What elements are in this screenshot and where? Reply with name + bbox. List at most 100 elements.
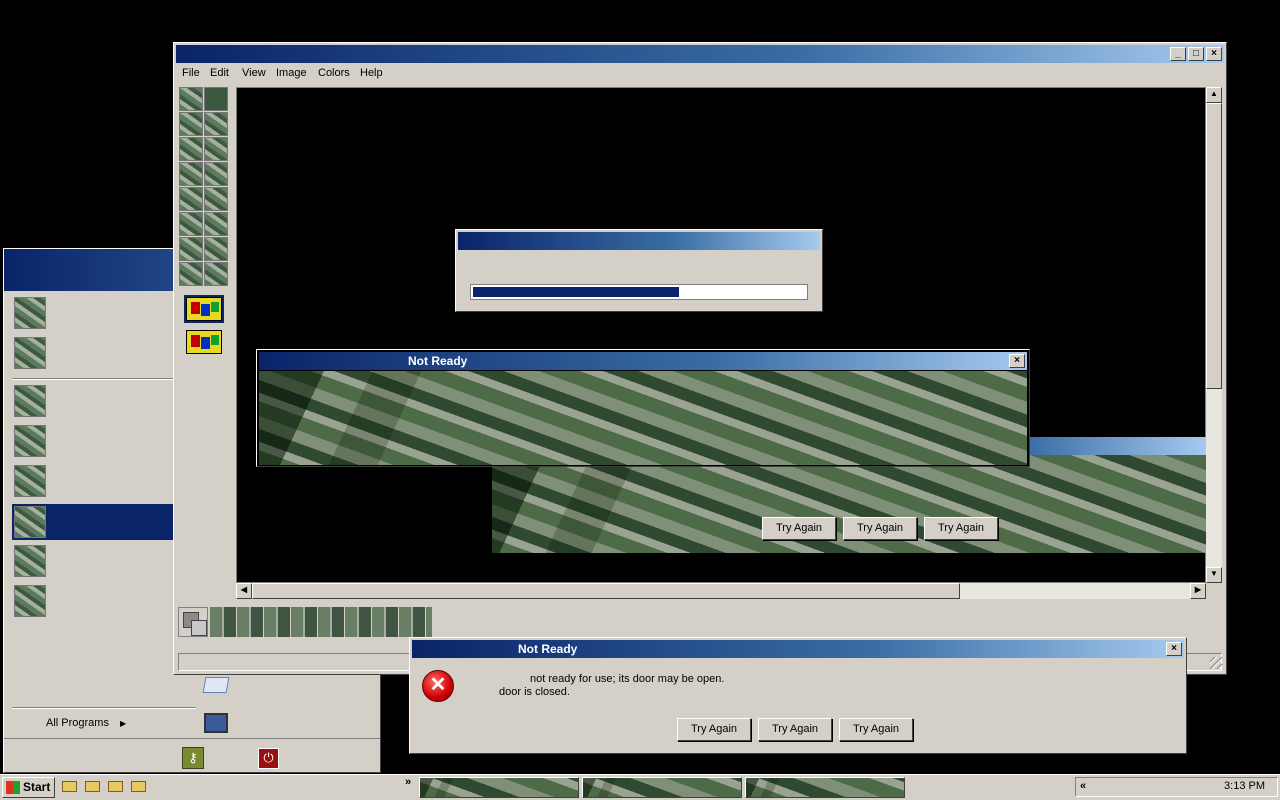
start-label: Start (23, 780, 51, 794)
recent-item-selected[interactable] (12, 504, 196, 540)
progress-dialog (455, 229, 823, 312)
scroll-left-arrow[interactable]: ◀ (236, 583, 252, 599)
try-again-button-3[interactable]: Try Again (839, 718, 913, 741)
maximize-button[interactable]: □ (1188, 47, 1204, 61)
close-button[interactable]: × (1206, 47, 1222, 61)
tool-9[interactable] (179, 187, 203, 211)
color-swap-tool-active[interactable] (184, 295, 224, 323)
tool-5[interactable] (179, 137, 203, 161)
menu-edit[interactable]: Edit (210, 67, 229, 81)
scroll-right-arrow[interactable]: ▶ (1190, 583, 1206, 599)
try-again-button-2[interactable]: Try Again (758, 718, 832, 741)
recent-item-2[interactable] (14, 425, 46, 457)
error-message-line2: door is closed. (499, 686, 570, 698)
not-ready-dialog-close-button[interactable]: × (1166, 642, 1182, 656)
folder-icon[interactable] (108, 781, 123, 792)
taskbar-overflow-chevron[interactable]: » (405, 776, 411, 788)
error-icon: ✕ (422, 670, 454, 702)
all-programs-button[interactable]: All Programs ▶ (46, 717, 166, 733)
tool-7[interactable] (179, 162, 203, 186)
pinned-item-1[interactable] (14, 297, 46, 329)
back-try-again-3[interactable]: Try Again (924, 517, 998, 540)
recent-item-4-thumb (14, 506, 46, 538)
menu-bar: File Edit View Image Colors Help (176, 65, 1224, 83)
monitor-icon[interactable] (204, 713, 228, 733)
tool-palette (179, 87, 231, 287)
not-ready-dialog-titlebar[interactable]: Not Ready × (412, 640, 1184, 658)
horizontal-scroll-thumb[interactable] (252, 583, 960, 599)
recent-item-5[interactable] (14, 545, 46, 577)
tool-12[interactable] (204, 212, 228, 236)
start-menu-separator (12, 378, 196, 380)
tool-11[interactable] (179, 212, 203, 236)
key-icon[interactable]: ⚷ (182, 747, 204, 769)
progress-bar (470, 284, 808, 300)
current-colors[interactable] (178, 607, 208, 637)
taskbar-item-3[interactable] (745, 777, 905, 798)
shutdown-icon[interactable]: ⏻ (258, 748, 279, 769)
tool-15[interactable] (179, 262, 203, 286)
right-pane-folder-icon[interactable] (202, 677, 230, 693)
main-window-titlebar[interactable]: _ □ × (176, 45, 1224, 63)
menu-view[interactable]: View (242, 67, 266, 81)
satellite-image (259, 371, 1027, 465)
tool-8[interactable] (204, 162, 228, 186)
tool-4[interactable] (204, 112, 228, 136)
pinned-item-2[interactable] (14, 337, 46, 369)
color-swap-tool[interactable] (184, 328, 224, 356)
recent-item-3[interactable] (14, 465, 46, 497)
color-swap-icon-2 (186, 330, 222, 354)
color-palette (178, 607, 434, 639)
progress-bar-fill (473, 287, 679, 297)
not-ready-image-window: Not Ready × (256, 349, 1030, 467)
recent-item-6[interactable] (14, 585, 46, 617)
folder-icon[interactable] (131, 781, 146, 792)
start-button[interactable]: Start (2, 777, 55, 798)
palette-swatches[interactable] (210, 607, 432, 637)
windows-logo-icon (6, 781, 20, 794)
menu-colors[interactable]: Colors (318, 67, 350, 81)
not-ready-image-title: Not Ready (408, 354, 468, 368)
recent-item-1[interactable] (14, 385, 46, 417)
tool-10[interactable] (204, 187, 228, 211)
vertical-scroll-thumb[interactable] (1206, 103, 1222, 389)
clock: 3:13 PM (1224, 780, 1265, 792)
not-ready-dialog: Not Ready × ✕ not ready for use; its doo… (409, 637, 1187, 754)
tray-expand-chevron[interactable]: « (1080, 780, 1086, 792)
menu-help[interactable]: Help (360, 67, 383, 81)
tool-3[interactable] (179, 112, 203, 136)
progress-dialog-titlebar[interactable] (458, 232, 820, 250)
tool-16[interactable] (204, 262, 228, 286)
not-ready-dialog-title: Not Ready (518, 642, 578, 656)
try-again-button-1[interactable]: Try Again (677, 718, 751, 741)
not-ready-image-titlebar[interactable]: Not Ready × (259, 352, 1027, 370)
menu-image[interactable]: Image (276, 67, 307, 81)
all-programs-label: All Programs (46, 717, 109, 729)
tool-13[interactable] (179, 237, 203, 261)
arrow-right-icon: ▶ (120, 719, 127, 728)
start-menu-separator-2 (12, 707, 196, 709)
not-ready-image-close-button[interactable]: × (1009, 354, 1025, 368)
tool-2[interactable] (204, 87, 228, 111)
scroll-down-arrow[interactable]: ▼ (1206, 567, 1222, 583)
minimize-button[interactable]: _ (1170, 47, 1186, 61)
tool-1[interactable] (179, 87, 203, 111)
tool-14[interactable] (204, 237, 228, 261)
background-image-titlebar[interactable] (1030, 437, 1206, 455)
tool-6[interactable] (204, 137, 228, 161)
folder-icon[interactable] (85, 781, 100, 792)
menu-file[interactable]: File (182, 67, 200, 81)
horizontal-scrollbar[interactable]: ◀ ▶ (236, 583, 1206, 599)
taskbar-item-2[interactable] (582, 777, 742, 798)
start-menu-footer-separator (4, 738, 380, 739)
back-try-again-2[interactable]: Try Again (843, 517, 917, 540)
resize-grip-icon[interactable] (1210, 657, 1222, 669)
error-message-line1: not ready for use; its door may be open. (530, 673, 725, 685)
back-try-again-1[interactable]: Try Again (762, 517, 836, 540)
taskbar-item-1[interactable] (419, 777, 579, 798)
folder-icon[interactable] (62, 781, 77, 792)
scroll-up-arrow[interactable]: ▲ (1206, 87, 1222, 103)
system-tray: « 3:13 PM (1075, 777, 1278, 797)
vertical-scrollbar[interactable]: ▲ ▼ (1206, 87, 1222, 583)
quick-launch (62, 779, 150, 795)
